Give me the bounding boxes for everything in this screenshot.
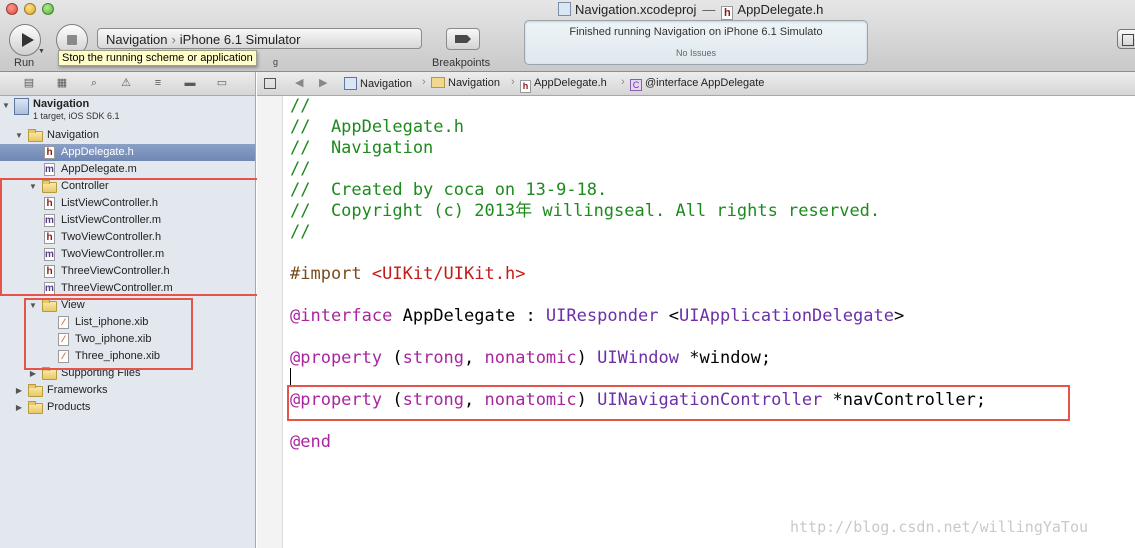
project-name: Navigation bbox=[33, 98, 90, 110]
property-window-line: @property (strong, nonatomic) UIWindow *… bbox=[290, 348, 772, 368]
related-items-icon[interactable] bbox=[264, 78, 276, 89]
back-arrow-icon[interactable]: ◀ bbox=[295, 76, 303, 89]
controller-group-highlight bbox=[0, 178, 260, 296]
close-window-button[interactable] bbox=[6, 3, 18, 15]
forward-arrow-icon[interactable]: ▶ bbox=[319, 76, 327, 89]
navcontroller-property-highlight bbox=[287, 385, 1070, 421]
code-line: // Copyright (c) 2013年 willingseal. All … bbox=[290, 201, 881, 221]
run-button[interactable] bbox=[9, 24, 41, 56]
view-group-highlight bbox=[24, 298, 193, 370]
code-line: // bbox=[290, 159, 311, 179]
folder-icon bbox=[42, 367, 57, 380]
watermark: http://blog.csdn.net/willingYaTou bbox=[790, 518, 1089, 536]
end-line: @end bbox=[290, 432, 331, 452]
folder-icon bbox=[28, 384, 43, 397]
window-title: Navigation.xcodeproj — h AppDelegate.h bbox=[558, 2, 823, 20]
minimize-window-button[interactable] bbox=[24, 3, 36, 15]
project-file-icon bbox=[558, 2, 571, 16]
folder-icon bbox=[431, 77, 445, 88]
editor-gutter bbox=[257, 96, 283, 548]
disclosure-closed-icon[interactable]: ▶ bbox=[14, 382, 24, 399]
stop-tooltip: Stop the running scheme or application bbox=[58, 50, 257, 66]
code-line: // AppDelegate.h bbox=[290, 117, 464, 137]
issue-navigator-icon[interactable]: ⚠ bbox=[119, 77, 133, 90]
class-icon: C bbox=[630, 79, 642, 91]
code-line: // bbox=[290, 96, 311, 116]
scheme-selector[interactable]: Navigation › iPhone 6.1 Simulator bbox=[97, 28, 422, 49]
text-caret bbox=[290, 368, 291, 386]
code-line: // Navigation bbox=[290, 138, 434, 158]
code-line: // Created by coca on 13-9-18. bbox=[290, 180, 608, 200]
project-row[interactable]: ▼ Navigation 1 target, iOS SDK 6.1 bbox=[0, 96, 255, 126]
scheme-target[interactable]: Navigation bbox=[106, 32, 167, 47]
breakpoint-navigator-icon[interactable]: ▬ bbox=[183, 77, 197, 90]
sidebar-item-label: Navigation bbox=[47, 129, 99, 141]
header-file-icon: h bbox=[44, 146, 55, 159]
folder-icon bbox=[28, 401, 43, 414]
disclosure-open-icon[interactable]: ▼ bbox=[1, 97, 11, 114]
header-file-icon: h bbox=[520, 80, 531, 93]
source-editor[interactable]: // // AppDelegate.h // Navigation // // … bbox=[284, 96, 1135, 548]
disclosure-open-icon[interactable]: ▼ bbox=[14, 127, 24, 144]
breakpoints-button[interactable] bbox=[446, 28, 480, 50]
jumpbar-group[interactable]: Navigation bbox=[431, 77, 500, 89]
log-navigator-icon[interactable]: ▭ bbox=[215, 77, 229, 90]
implementation-file-icon: m bbox=[44, 163, 55, 176]
editor-mode-button[interactable] bbox=[1117, 29, 1135, 49]
chevron-right-icon: › bbox=[422, 76, 426, 88]
navigator-selector-bar: ▤ ▦ ⌕ ⚠ ≡ ▬ ▭ bbox=[0, 72, 256, 96]
sidebar-item-label: Frameworks bbox=[47, 384, 108, 396]
window-title-separator: — bbox=[702, 2, 716, 17]
breakpoints-label: Breakpoints bbox=[432, 57, 491, 69]
project-icon bbox=[14, 98, 29, 115]
disclosure-closed-icon[interactable]: ▶ bbox=[14, 399, 24, 416]
header-file-icon: h bbox=[721, 6, 734, 20]
scheme-destination[interactable]: iPhone 6.1 Simulator bbox=[180, 32, 301, 47]
folder-icon bbox=[28, 129, 43, 142]
jumpbar-project[interactable]: Navigation bbox=[344, 77, 412, 90]
window-title-file: AppDelegate.h bbox=[737, 2, 824, 17]
debug-navigator-icon[interactable]: ≡ bbox=[151, 77, 165, 90]
run-menu-arrow-icon[interactable]: ▼ bbox=[38, 48, 45, 55]
toolbar: Navigation.xcodeproj — h AppDelegate.h ▼ Ru… bbox=[0, 0, 1135, 72]
zoom-window-button[interactable] bbox=[42, 3, 54, 15]
sidebar-item-appdelegate-h[interactable]: h AppDelegate.h bbox=[0, 144, 255, 161]
chevron-right-icon: › bbox=[171, 32, 176, 47]
jumpbar-symbol[interactable]: C @interface AppDelegate bbox=[630, 77, 764, 91]
sidebar-item-navigation-group[interactable]: ▼ Navigation bbox=[0, 127, 255, 144]
code-line: // bbox=[290, 222, 311, 242]
sidebar-item-products[interactable]: ▶ Products bbox=[0, 399, 255, 416]
import-line: #import <UIKit/UIKit.h> bbox=[290, 264, 526, 284]
window-title-project: Navigation.xcodeproj bbox=[575, 2, 697, 17]
activity-message: Finished running Navigation on iPhone 6.… bbox=[569, 26, 823, 38]
tooltip-tail: g bbox=[273, 57, 279, 67]
jump-bar: ◀ ▶ Navigation › Navigation › h AppDelega… bbox=[257, 72, 1135, 96]
project-subtitle: 1 target, iOS SDK 6.1 bbox=[33, 111, 120, 121]
jumpbar-file[interactable]: h AppDelegate.h bbox=[520, 77, 607, 93]
sidebar-item-appdelegate-m[interactable]: m AppDelegate.m bbox=[0, 161, 255, 178]
run-label: Run bbox=[14, 57, 35, 69]
project-navigator-icon[interactable]: ▤ bbox=[22, 77, 36, 90]
activity-viewer: Finished running Navigation on iPhone 6.… bbox=[524, 20, 868, 65]
sidebar-item-label: AppDelegate.m bbox=[61, 163, 137, 175]
interface-line: @interface AppDelegate : UIResponder <UI… bbox=[290, 306, 905, 326]
search-navigator-icon[interactable]: ⌕ bbox=[87, 77, 101, 90]
activity-issues: No Issues bbox=[675, 48, 717, 58]
chevron-right-icon: › bbox=[511, 76, 515, 88]
project-icon bbox=[344, 77, 357, 90]
symbol-navigator-icon[interactable]: ▦ bbox=[55, 77, 69, 90]
sidebar-item-frameworks[interactable]: ▶ Frameworks bbox=[0, 382, 255, 399]
sidebar-item-label: AppDelegate.h bbox=[61, 146, 134, 158]
chevron-right-icon: › bbox=[621, 76, 625, 88]
sidebar-item-label: Products bbox=[47, 401, 91, 413]
